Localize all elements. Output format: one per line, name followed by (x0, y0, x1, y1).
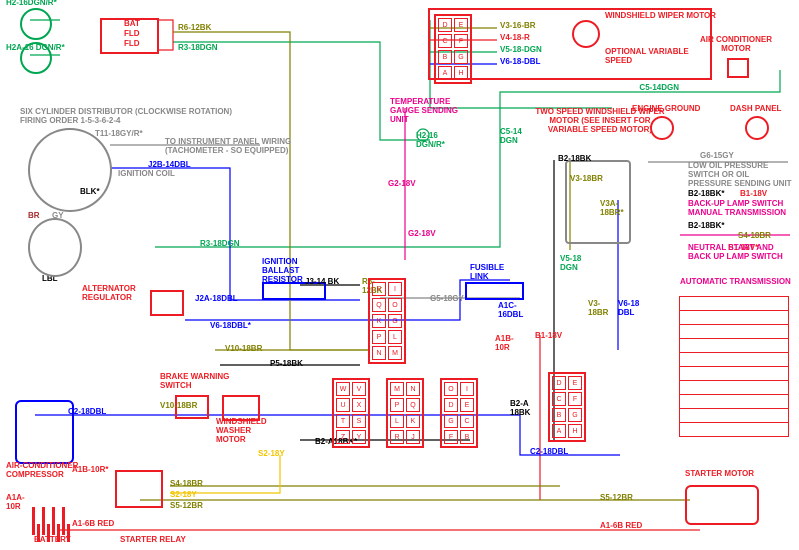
note-label: TO INSTRUMENT PANEL WIRING (TACHOMETER -… (165, 138, 315, 156)
component-label: WINDSHIELD WASHER MOTOR (216, 418, 276, 444)
wire-label: G2-18V (408, 230, 436, 239)
wire-label: V6-18-DBL (500, 58, 540, 67)
component-label: FUSIBLE LINK (470, 264, 520, 282)
wire-label: J3-14 BK (305, 278, 339, 287)
wire-label: R6-12BK (178, 24, 211, 33)
ac-motor-icon (727, 58, 749, 78)
wire-label: J2A-18DBL (195, 295, 238, 304)
battery-icon (32, 507, 76, 535)
wire-label: C2-18DBL (530, 448, 568, 457)
wire-label: B2-18BK (558, 155, 591, 164)
wire-label: A1B-10R (495, 335, 525, 353)
terminal-label: FLD (124, 30, 140, 39)
component-label: STARTER RELAY (120, 536, 186, 545)
component-label: WINDSHIELD WIPER MOTOR (605, 12, 716, 21)
motor-icon (572, 20, 600, 48)
connector-pins: MNPQ LKRJ (386, 378, 424, 448)
wire-label: C5-14 DGN (500, 128, 535, 146)
component-label: AUTOMATIC TRANSMISSION (680, 278, 791, 287)
legend-box (679, 296, 789, 437)
component-label: DASH PANEL (730, 105, 781, 114)
distributor-icon (28, 128, 112, 212)
wire-label: V6-18 DBL (618, 300, 653, 318)
wire-label: S5-12BR (170, 502, 203, 511)
wire-label: C2-18DBL (68, 408, 106, 417)
component-label: BACK-UP LAMP SWITCH MANUAL TRANSMISSION (688, 200, 793, 218)
terminal-label: BAT (124, 20, 140, 29)
wire-label: S2-18Y (258, 450, 285, 459)
component-label: IGNITION COIL (118, 170, 175, 179)
wire-label: V5-18-DGN (500, 46, 542, 55)
component-label: STARTER MOTOR (685, 470, 754, 479)
panel-icon (745, 116, 769, 140)
wire-label: G5-18GY (430, 295, 464, 304)
wire-label: A1A-10R (6, 494, 36, 512)
wire-label: R3-18DGN (200, 240, 240, 249)
component-label: BATTERY (34, 536, 71, 545)
component-label: ALTERNATOR REGULATOR (82, 285, 152, 303)
wire-label: BR (28, 212, 40, 221)
wire-label: V10-18BR (225, 345, 262, 354)
wire-label: T11-18GY/R* (95, 130, 143, 139)
regulator-icon (150, 290, 184, 316)
wire-label: B2-18BK* (688, 190, 724, 199)
connector-pins: RIQO KGPL NM (368, 278, 406, 364)
fusible-link-icon (465, 282, 524, 300)
component-label: SIX CYLINDER DISTRIBUTOR (CLOCKWISE ROTA… (20, 108, 240, 126)
wire-label: V3-16-BR (500, 22, 536, 31)
connector-pins: DECF BGAH (548, 372, 586, 442)
component-label: NEUTRAL START AND BACK UP LAMP SWITCH (688, 244, 788, 262)
wire-label: V10-18BR (160, 402, 197, 411)
wire-label: S5-12BR (600, 494, 633, 503)
component-label: TWO SPEED WINDSHIELD WIPER MOTOR (SEE IN… (530, 108, 670, 134)
starter-relay-icon (115, 470, 163, 508)
wire-label: V5-18 DGN (560, 255, 595, 273)
wire-label: S4-18BR (170, 480, 203, 489)
wire-label: H2-16DGN/R* (6, 0, 57, 8)
wire-label: H2-16 DGN/R* (416, 132, 456, 150)
wire-label: G6-15GY (700, 152, 734, 161)
wire-label: B2-18BK* (688, 222, 724, 231)
wire-label: B2-A 18BK (510, 400, 540, 418)
wire-label: S2-18Y (170, 491, 197, 500)
wire-label: V3A-18BR* (600, 200, 630, 218)
component-label: AIR CONDITIONER MOTOR (691, 36, 781, 54)
motor-icon (222, 395, 260, 421)
component-label: LOW OIL PRESSURE SWITCH OR OIL PRESSURE … (688, 162, 793, 188)
terminal-label: FLD (124, 40, 140, 49)
connector-pins: WVUX TSZY (332, 378, 370, 448)
wire-label: B1-18V (535, 332, 563, 341)
wire-label: R3-18DGN (178, 44, 218, 53)
component-label: TEMPERATURE GAUGE SENDING UNIT (390, 98, 470, 124)
component-label: BRAKE WARNING SWITCH (160, 373, 240, 391)
wire-label: V3-18BR (570, 175, 603, 184)
connector-pins: OIDE GCFB (440, 378, 478, 448)
alternator-icon (28, 218, 82, 277)
connector-pins: DECF BGAH (434, 14, 472, 84)
wire-label: BLK* (80, 188, 100, 197)
wire-label: A1B-10R* (72, 466, 112, 475)
wire-label: A1-6B RED (72, 520, 114, 529)
wire-label: S4-18BR (738, 232, 771, 241)
wire-label: P5-18BK (270, 360, 303, 369)
wire-label: V3-18BR (588, 300, 618, 318)
wire-label: A1C-16DBL (498, 302, 533, 320)
wire-label: B1-18V (740, 190, 767, 199)
compressor-icon (15, 400, 74, 464)
wire-label: A1-6B RED (600, 522, 642, 531)
wire-label: C5-14DGN (639, 84, 679, 93)
wire-label: G2-18V (388, 180, 416, 189)
wire-label: V4-18-R (500, 34, 530, 43)
wire-label: V6-18DBL* (210, 322, 251, 331)
starter-motor-icon (685, 485, 759, 525)
note-label: OPTIONAL VARIABLE SPEED (605, 48, 695, 66)
bulb-icon (20, 8, 52, 40)
wire-label: H2A-16 DGN/R* (6, 44, 65, 53)
